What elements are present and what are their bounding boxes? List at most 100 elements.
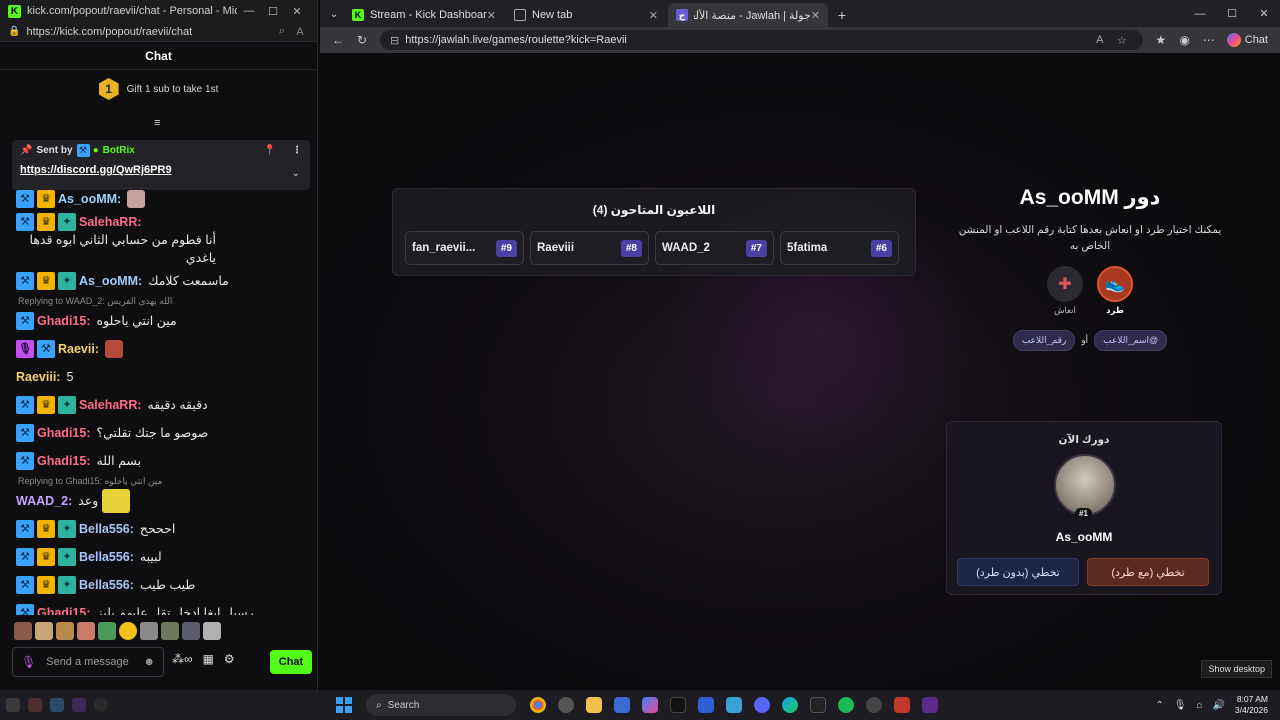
reply-context[interactable]: Replying to Ghadi15: مين انتي ياحلوه xyxy=(16,475,308,487)
chat-username[interactable]: Ghadi15: xyxy=(37,312,91,330)
favorites-icon[interactable]: ★ xyxy=(1149,33,1173,47)
emote-icon[interactable] xyxy=(56,622,74,640)
new-tab-icon[interactable]: + xyxy=(830,3,854,27)
player-card[interactable]: #8 Raeviii xyxy=(530,231,649,265)
emoji-icon[interactable]: ☻ xyxy=(143,656,155,668)
minimize-icon[interactable]: — xyxy=(1184,1,1216,27)
minimize-icon[interactable]: — xyxy=(237,5,261,17)
emote-icon[interactable] xyxy=(140,622,158,640)
app-icon[interactable] xyxy=(922,697,938,713)
obs-icon[interactable] xyxy=(94,698,108,712)
player-card[interactable]: #7 WAAD_2 xyxy=(655,231,774,265)
chat-username[interactable]: SalehaRR: xyxy=(79,213,142,231)
start-icon[interactable] xyxy=(336,697,352,713)
chat-username[interactable]: Bella556: xyxy=(79,520,134,538)
back-icon[interactable]: ← xyxy=(326,33,350,47)
site-info-icon[interactable]: ⊟ xyxy=(390,34,399,47)
skip-with-kick-button[interactable]: تخطي (مع طرد) xyxy=(1087,558,1209,586)
unpin-icon[interactable]: 📍 xyxy=(264,145,276,156)
emote-icon[interactable] xyxy=(161,622,179,640)
mic-icon[interactable]: 🎙 xyxy=(21,655,36,669)
close-tab-icon[interactable]: ✕ xyxy=(811,9,820,22)
player-card[interactable]: #6 5fatima xyxy=(780,231,899,265)
chevron-up-icon[interactable]: ⌃ xyxy=(1155,700,1163,711)
store-icon[interactable] xyxy=(614,697,630,713)
folder-icon[interactable] xyxy=(6,698,20,712)
menu-icon[interactable]: ⋯ xyxy=(1197,33,1221,47)
settings-icon[interactable] xyxy=(558,697,574,713)
more-icon[interactable]: ⋮ xyxy=(292,145,302,156)
chat-username[interactable]: Raevii: xyxy=(58,340,99,358)
chat-username[interactable]: As_ooMM: xyxy=(58,190,121,208)
reply-context[interactable]: Replying to WAAD_2: الله يهدي الفريس xyxy=(16,295,308,307)
kick-button[interactable]: 👟 طرد xyxy=(1097,266,1133,316)
app-icon[interactable] xyxy=(866,697,882,713)
mic-icon[interactable]: 🎙 xyxy=(1174,700,1187,711)
chat-messages[interactable]: ⚒ ♛ As_ooMM: ⚒ ♛ ✦ SalehaRR: أنا فطوم من… xyxy=(0,185,318,615)
emote-icon[interactable] xyxy=(35,622,53,640)
shop-icon[interactable]: ▦ xyxy=(203,652,214,666)
file-explorer-icon[interactable] xyxy=(586,697,602,713)
player-card[interactable]: #9 fan_raevii... xyxy=(405,231,524,265)
volume-icon[interactable]: 🔊 xyxy=(1212,700,1224,711)
app-icon[interactable] xyxy=(698,697,714,713)
emote-icon[interactable] xyxy=(203,622,221,640)
tab-kick-dashboard[interactable]: K Stream - Kick Dashboard ✕ xyxy=(344,3,504,27)
chat-username[interactable]: Bella556: xyxy=(79,576,134,594)
network-icon[interactable]: ⌂ xyxy=(1196,700,1202,711)
refresh-icon[interactable]: ↻ xyxy=(350,33,374,47)
chat-username[interactable]: SalehaRR: xyxy=(79,396,142,414)
tab-jawlah[interactable]: ج جولة | Jawlah - منصة الألعاب التفاعلية… xyxy=(668,3,828,27)
chat-username[interactable]: Ghadi15: xyxy=(37,452,91,470)
spotify-icon[interactable] xyxy=(838,697,854,713)
revive-button[interactable]: ✚ انعاش xyxy=(1047,266,1083,316)
chrome-icon[interactable] xyxy=(530,697,546,713)
chevron-down-icon[interactable]: ⌄ xyxy=(292,168,300,179)
points-icon[interactable]: ⁂∞ xyxy=(172,652,193,666)
chat-send-button[interactable]: Chat xyxy=(270,650,312,674)
collapse-icon[interactable]: ≡ xyxy=(154,117,160,129)
tab-actions-icon[interactable]: ⌄ xyxy=(324,3,344,27)
close-tab-icon[interactable]: ✕ xyxy=(649,9,658,22)
pinned-link[interactable]: https://discord.gg/QwRj6PR9 xyxy=(20,164,302,176)
close-tab-icon[interactable]: ✕ xyxy=(487,9,496,22)
emote-icon[interactable] xyxy=(77,622,95,640)
app-icon[interactable] xyxy=(810,697,826,713)
close-icon[interactable]: ✕ xyxy=(285,5,309,18)
profile-icon[interactable]: ◉ xyxy=(1173,33,1197,47)
close-icon[interactable]: ✕ xyxy=(1248,1,1280,27)
address-bar[interactable]: ⊟ https://jawlah.live/games/roulette?kic… xyxy=(380,30,1143,50)
chat-username[interactable]: Bella556: xyxy=(79,548,134,566)
tab-new-tab[interactable]: New tab ✕ xyxy=(506,3,666,27)
chat-input[interactable]: 🎙 Send a message ☻ xyxy=(12,647,164,677)
clock[interactable]: 8:07 AM 3/4/2026 xyxy=(1235,694,1268,716)
copilot-icon[interactable] xyxy=(642,697,658,713)
read-aloud-icon[interactable]: A xyxy=(1089,34,1111,46)
chat-username[interactable]: WAAD_2: xyxy=(16,492,72,510)
browser-icon[interactable] xyxy=(50,698,64,712)
maximize-icon[interactable]: ☐ xyxy=(1216,1,1248,27)
chat-username[interactable]: Ghadi15: xyxy=(37,604,91,615)
edge-icon[interactable] xyxy=(782,697,798,713)
chat-window-url[interactable]: https://kick.com/popout/raevii/chat xyxy=(26,26,273,38)
notepad-icon[interactable] xyxy=(726,697,742,713)
favorite-icon[interactable]: ☆ xyxy=(1111,34,1133,47)
emote-icon[interactable] xyxy=(182,622,200,640)
emote-icon[interactable] xyxy=(14,622,32,640)
skip-without-kick-button[interactable]: تخطي (بدون طرد) xyxy=(957,558,1079,586)
settings-icon[interactable]: ⚙ xyxy=(224,652,235,666)
taskbar-search[interactable]: ⌕ Search xyxy=(366,694,516,716)
chat-username[interactable]: Ghadi15: xyxy=(37,424,91,442)
copilot-chat-button[interactable]: Chat xyxy=(1221,33,1274,47)
chat-username[interactable]: Raeviii: xyxy=(16,368,60,386)
app-icon[interactable] xyxy=(28,698,42,712)
discord-icon[interactable] xyxy=(754,697,770,713)
emote-icon[interactable] xyxy=(98,622,116,640)
read-aloud-icon[interactable]: A xyxy=(291,26,309,38)
gift-leaderboard[interactable]: 1 Gift 1 sub to take 1st xyxy=(0,70,317,108)
app-icon[interactable] xyxy=(72,698,86,712)
app-icon[interactable] xyxy=(894,697,910,713)
chat-username[interactable]: As_ooMM: xyxy=(79,272,142,290)
zoom-icon[interactable]: ⌕ xyxy=(273,25,291,38)
maximize-icon[interactable]: ☐ xyxy=(261,5,285,18)
